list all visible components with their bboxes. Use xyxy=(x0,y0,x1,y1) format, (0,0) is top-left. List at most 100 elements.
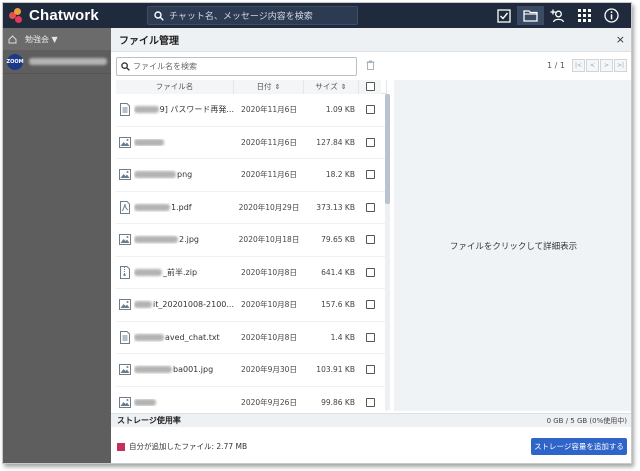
file-size: 103.91 KB xyxy=(316,365,355,375)
home-icon xyxy=(8,34,17,43)
storage-legend: 自分が追加したファイル: 2.77 MB xyxy=(117,441,247,452)
first-page-button[interactable]: |< xyxy=(572,59,585,72)
storage-label: ストレージ使用率 xyxy=(117,416,181,425)
chatwork-logo-icon xyxy=(9,7,25,24)
select-all-checkbox[interactable] xyxy=(359,80,381,94)
info-button[interactable] xyxy=(598,6,625,25)
row-checkbox[interactable] xyxy=(359,332,381,342)
app-window: Chatwork チャット名、メッセージ内容を検索 勉強会 ▼ ZOOM ファイ… xyxy=(2,2,632,464)
zip-icon xyxy=(116,265,134,279)
table-row[interactable]: aved_chat.txt 2020年10月8日 1.4 KB xyxy=(116,322,386,354)
file-name: it_20201008-2100... xyxy=(134,300,234,309)
apps-grid-icon xyxy=(578,9,591,22)
column-header-date[interactable]: 日付 ⇕ xyxy=(234,80,304,94)
file-size: 641.4 KB xyxy=(321,267,355,277)
table-row[interactable]: 2.jpg 2020年10月18日 79.65 KB xyxy=(116,224,386,257)
sidebar-group-header[interactable]: 勉強会 ▼ xyxy=(3,28,111,50)
file-rows: 9] パスワード再発... 2020年11月6日 1.09 KB 2020年11月6日… xyxy=(116,94,386,411)
scrollbar-thumb[interactable] xyxy=(385,94,390,204)
redacted-text xyxy=(134,268,162,276)
pagination: 1 / 1 |< < > >| xyxy=(547,59,627,72)
file-date: 2020年10月8日 xyxy=(241,300,297,310)
table-row[interactable]: it_20201008-2100... 2020年10月8日 157.6 KB xyxy=(116,289,386,322)
table-row[interactable]: png 2020年11月6日 18.2 KB xyxy=(116,159,386,192)
image-icon xyxy=(116,364,134,376)
row-checkbox[interactable] xyxy=(359,105,381,115)
column-header-name[interactable]: ファイル名 xyxy=(116,80,234,94)
add-storage-button[interactable]: ストレージ容量を追加する xyxy=(531,438,627,455)
info-icon xyxy=(604,8,619,23)
close-button[interactable]: × xyxy=(616,33,625,46)
file-name: aved_chat.txt xyxy=(134,333,234,342)
row-checkbox[interactable] xyxy=(359,365,381,375)
redacted-text xyxy=(134,171,176,179)
file-search-placeholder: ファイル名を検索 xyxy=(133,62,197,71)
column-header-size[interactable]: サイズ ⇕ xyxy=(304,80,359,94)
task-button[interactable] xyxy=(490,6,517,25)
sidebar-room-item[interactable]: ZOOM xyxy=(3,50,111,74)
prev-page-button[interactable]: < xyxy=(586,59,599,72)
global-search-input[interactable]: チャット名、メッセージ内容を検索 xyxy=(147,6,358,25)
next-page-button[interactable]: > xyxy=(600,59,613,72)
file-name: _前半.zip xyxy=(134,267,234,278)
logo[interactable]: Chatwork xyxy=(9,6,99,25)
search-icon xyxy=(154,10,164,21)
modal-header: ファイル管理 × xyxy=(111,28,631,52)
file-date: 2020年10月8日 xyxy=(241,332,297,342)
row-checkbox[interactable] xyxy=(359,397,381,407)
file-date: 2020年10月29日 xyxy=(238,202,300,212)
file-date: 2020年9月26日 xyxy=(241,397,297,407)
file-name: 9] パスワード再発... xyxy=(134,104,234,115)
file-size: 1.4 KB xyxy=(330,332,355,342)
search-icon xyxy=(121,62,130,71)
table-row[interactable]: ba001.jpg 2020年9月30日 103.91 KB xyxy=(116,354,386,387)
file-date: 2020年11月6日 xyxy=(241,137,297,147)
file-date: 2020年9月30日 xyxy=(241,365,297,375)
redacted-text xyxy=(134,366,172,374)
row-checkbox[interactable] xyxy=(359,300,381,310)
table-row[interactable]: 1.pdf 2020年10月29日 373.13 KB xyxy=(116,192,386,224)
apps-button[interactable] xyxy=(571,6,598,25)
file-date: 2020年10月8日 xyxy=(241,267,297,277)
storage-value: 0 GB / 5 GB (0%使用中) xyxy=(546,416,627,425)
file-toolbar: ファイル名を検索 1 / 1 |< < > >| xyxy=(111,52,631,80)
legend-swatch xyxy=(117,442,125,451)
pdf-icon xyxy=(116,200,134,214)
redacted-room-name xyxy=(29,58,107,65)
redacted-text xyxy=(134,333,164,341)
last-page-button[interactable]: >| xyxy=(614,59,627,72)
file-size: 157.6 KB xyxy=(321,300,355,310)
file-name xyxy=(134,398,234,406)
table-row[interactable]: _前半.zip 2020年10月8日 641.4 KB xyxy=(116,257,386,289)
row-checkbox[interactable] xyxy=(359,170,381,180)
redacted-text xyxy=(134,398,156,406)
table-row[interactable]: 9] パスワード再発... 2020年11月6日 1.09 KB xyxy=(116,94,386,127)
file-size: 127.84 KB xyxy=(316,137,355,147)
redacted-text xyxy=(134,106,159,114)
sort-icon: ⇕ xyxy=(340,82,347,91)
sidebar-group-label: 勉強会 ▼ xyxy=(25,34,58,44)
row-checkbox[interactable] xyxy=(359,267,381,277)
document-icon xyxy=(116,103,134,117)
row-checkbox[interactable] xyxy=(359,137,381,147)
scrollbar[interactable] xyxy=(385,94,390,410)
delete-button[interactable] xyxy=(366,60,375,73)
redacted-text xyxy=(134,236,178,244)
add-contact-button[interactable] xyxy=(544,6,571,25)
top-icon-group xyxy=(490,6,625,25)
file-manager-modal: ファイル管理 × ファイル名を検索 1 / 1 |< < > >| ファイル名 … xyxy=(111,28,631,463)
table-row[interactable]: 2020年11月6日 127.84 KB xyxy=(116,127,386,159)
row-checkbox[interactable] xyxy=(359,202,381,212)
row-checkbox[interactable] xyxy=(359,235,381,245)
table-row[interactable]: 2020年9月26日 99.86 KB xyxy=(116,387,386,412)
file-button[interactable] xyxy=(517,6,544,25)
preview-hint: ファイルをクリックして詳細表示 xyxy=(449,241,578,252)
file-size: 1.09 KB xyxy=(325,105,355,115)
file-list: ファイル名 日付 ⇕ サイズ ⇕ 9] パスワード再発... 2020年11月6日 1.… xyxy=(116,80,387,411)
trash-icon xyxy=(366,60,375,70)
redacted-text xyxy=(134,301,153,309)
file-search-input[interactable]: ファイル名を検索 xyxy=(116,57,357,76)
file-date: 2020年11月6日 xyxy=(241,105,297,115)
file-date: 2020年11月6日 xyxy=(241,170,297,180)
top-bar: Chatwork チャット名、メッセージ内容を検索 xyxy=(3,3,631,28)
